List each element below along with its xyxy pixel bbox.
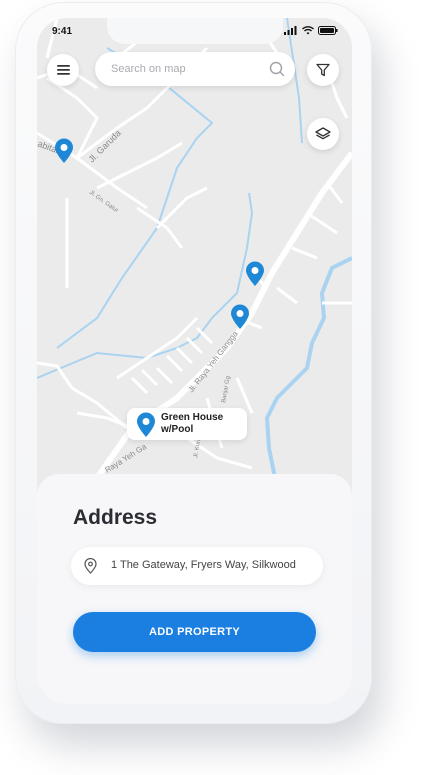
app-screen: Jl. Garuda Jl. Gn. Gatur Jl. Raya Yeh Ga…	[37, 18, 352, 704]
filter-button[interactable]	[307, 54, 339, 86]
address-sheet: Address 1 The Gateway, Fryers Way, Silkw…	[37, 474, 352, 704]
map-pin-icon	[137, 412, 155, 437]
map-listing-card[interactable]: Green House w/Pool	[127, 408, 247, 440]
location-icon	[84, 558, 97, 574]
sheet-title: Address	[73, 506, 158, 529]
signal-icon	[284, 26, 297, 35]
map-pin-icon[interactable]	[230, 304, 250, 330]
map-search-bar[interactable]: Search on map	[95, 52, 295, 86]
layers-icon	[315, 126, 331, 139]
listing-title: Green House w/Pool	[161, 412, 224, 435]
address-value[interactable]: 1 The Gateway, Fryers Way, Silkwood	[111, 559, 296, 571]
wifi-icon	[302, 26, 314, 35]
status-icons	[284, 26, 338, 35]
add-property-button[interactable]: ADD PROPERTY	[73, 612, 316, 652]
menu-button[interactable]	[47, 54, 79, 86]
search-input[interactable]: Search on map	[111, 63, 186, 75]
map-pin-icon[interactable]	[245, 261, 265, 287]
device-notch	[107, 18, 283, 44]
battery-icon	[318, 26, 338, 35]
map-pin-icon[interactable]	[54, 138, 74, 164]
status-time: 9:41	[52, 26, 73, 37]
filter-icon	[316, 63, 330, 77]
address-field[interactable]: 1 The Gateway, Fryers Way, Silkwood	[71, 547, 323, 585]
map-layers-button[interactable]	[307, 118, 339, 150]
menu-icon	[56, 65, 70, 75]
search-icon[interactable]	[269, 61, 285, 77]
